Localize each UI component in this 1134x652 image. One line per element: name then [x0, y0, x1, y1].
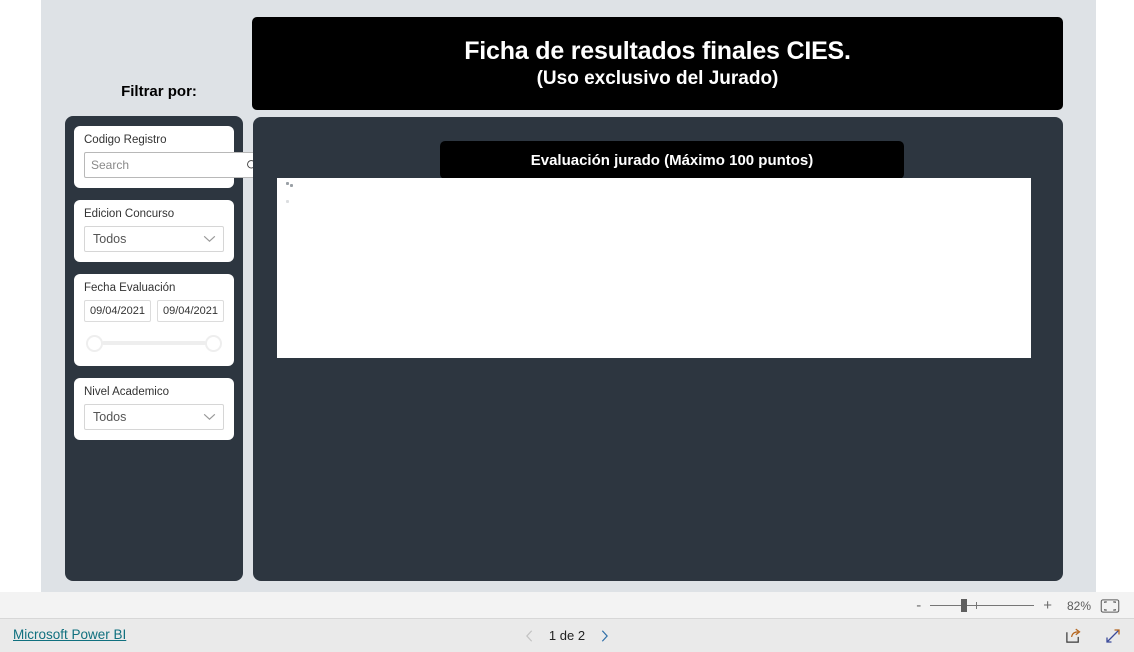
nivel-academico-value: Todos	[93, 410, 127, 424]
date-range-slider[interactable]	[84, 330, 224, 356]
report-canvas: Ficha de resultados finales CIES. (Uso e…	[41, 0, 1096, 592]
filter-section-heading: Filtrar por:	[121, 83, 197, 100]
zoom-level-label: 82%	[1066, 598, 1091, 613]
chevron-down-icon	[203, 413, 216, 421]
slider-handle-start[interactable]	[86, 334, 103, 352]
nivel-academico-dropdown[interactable]: Todos	[84, 404, 224, 430]
date-start-input[interactable]: 09/04/2021	[84, 300, 151, 322]
fit-to-page-icon[interactable]	[1100, 598, 1120, 613]
codigo-registro-search-box[interactable]	[84, 152, 266, 178]
filter-label-codigo-registro: Codigo Registro	[84, 134, 167, 146]
edicion-concurso-dropdown[interactable]: Todos	[84, 226, 224, 252]
section-title-banner: Evaluación jurado (Máximo 100 puntos)	[440, 141, 904, 179]
chevron-down-icon	[203, 235, 216, 243]
page-navigation: 1 de 2	[0, 619, 1134, 652]
filter-card-edicion-concurso: Edicion Concurso Todos	[74, 200, 234, 262]
filter-label-fecha-evaluacion: Fecha Evaluación	[84, 282, 176, 294]
evaluation-table-area[interactable]	[277, 178, 1031, 358]
date-end-input[interactable]: 09/04/2021	[157, 300, 224, 322]
zoom-slider-tick	[975, 602, 977, 609]
filter-card-codigo-registro: Codigo Registro	[74, 126, 287, 188]
share-icon[interactable]	[1065, 627, 1082, 644]
filter-label-edicion-concurso: Edicion Concurso	[84, 208, 175, 220]
report-title-subtitle: (Uso exclusivo del Jurado)	[536, 68, 779, 90]
chevron-right-icon[interactable]	[599, 629, 610, 643]
footer-bar: Microsoft Power BI 1 de 2	[0, 619, 1134, 652]
search-row	[84, 152, 287, 178]
date-range-inputs: 09/04/2021 09/04/2021	[84, 300, 224, 322]
zoom-in-button[interactable]: +	[1043, 598, 1052, 613]
slider-handle-end[interactable]	[205, 334, 222, 352]
zoom-slider[interactable]	[930, 598, 1035, 614]
fullscreen-icon[interactable]	[1104, 627, 1122, 645]
filter-label-nivel-academico: Nivel Academico	[84, 386, 170, 398]
zoom-controls: - + 82%	[916, 592, 1120, 619]
zoom-slider-track	[930, 605, 1035, 606]
power-bi-report-viewer: Ficha de resultados finales CIES. (Uso e…	[0, 0, 1134, 652]
slider-track	[102, 341, 206, 345]
footer-actions	[1065, 619, 1122, 652]
main-content-panel: Evaluación jurado (Máximo 100 puntos)	[253, 117, 1063, 581]
filter-panel: Codigo Registro Search Edicion Concurso …	[65, 116, 287, 581]
chevron-left-icon[interactable]	[524, 629, 535, 643]
filter-card-fecha-evaluacion: Fecha Evaluación 09/04/2021 09/04/2021	[74, 274, 234, 366]
search-input[interactable]	[91, 158, 246, 172]
zoom-out-button[interactable]: -	[916, 598, 921, 613]
status-bar: - + 82%	[0, 592, 1134, 619]
report-title-main: Ficha de resultados finales CIES.	[464, 36, 851, 65]
page-indicator-label: 1 de 2	[548, 628, 586, 643]
filter-card-nivel-academico: Nivel Academico Todos	[74, 378, 234, 440]
report-title-banner: Ficha de resultados finales CIES. (Uso e…	[252, 17, 1063, 110]
edicion-concurso-value: Todos	[93, 232, 127, 246]
zoom-slider-thumb[interactable]	[961, 599, 968, 612]
loading-indicator-icon	[286, 182, 300, 203]
